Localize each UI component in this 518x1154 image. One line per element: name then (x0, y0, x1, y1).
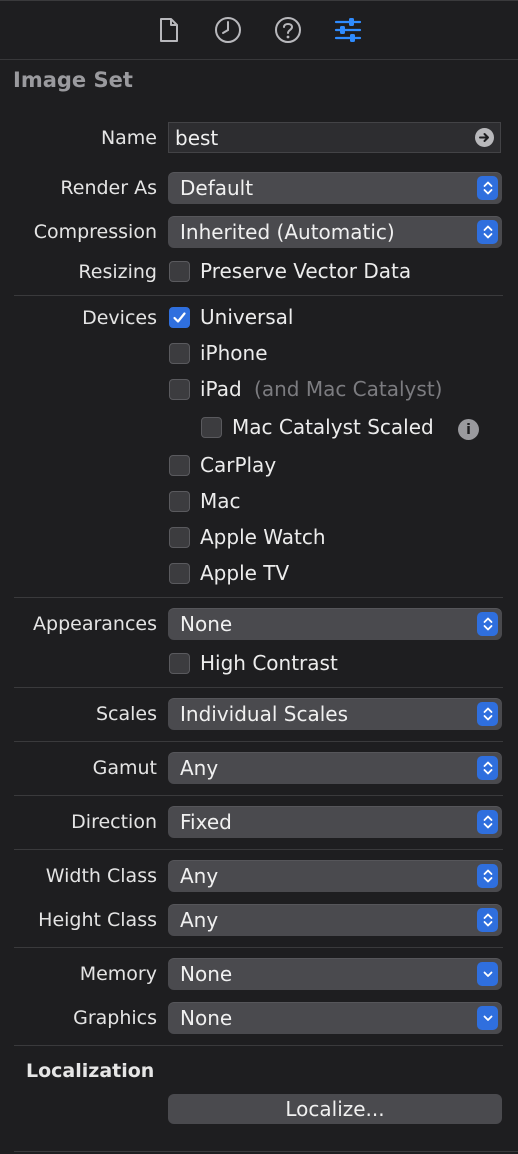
render-as-popup[interactable]: Default (168, 172, 502, 204)
ipad-label: iPad (and Mac Catalyst) (200, 377, 442, 401)
scales-popup[interactable]: Individual Scales (168, 698, 502, 730)
name-field[interactable]: best (168, 122, 501, 153)
scales-label: Scales (95, 703, 157, 725)
arrow-right-icon[interactable] (475, 128, 494, 147)
gamut-value: Any (180, 756, 219, 780)
high-contrast-label: High Contrast (200, 651, 338, 675)
up-down-chevron-icon (477, 756, 498, 780)
divider (14, 849, 503, 850)
checkmark-icon (173, 312, 186, 323)
inspector-tab-bar (0, 1, 518, 60)
direction-label: Direction (71, 811, 157, 833)
info-icon[interactable]: i (458, 419, 479, 440)
height-class-label: Height Class (38, 909, 157, 931)
ipad-note: (and Mac Catalyst) (254, 377, 443, 401)
up-down-chevron-icon (477, 220, 498, 244)
devices-label: Devices (82, 307, 157, 329)
direction-value: Fixed (180, 810, 232, 834)
gamut-label: Gamut (92, 757, 157, 779)
divider (14, 1045, 503, 1046)
apple-watch-label: Apple Watch (200, 525, 326, 549)
width-class-label: Width Class (45, 865, 157, 887)
sliders-icon[interactable] (333, 15, 363, 45)
divider (14, 295, 503, 296)
chevron-down-icon (477, 962, 498, 986)
direction-popup[interactable]: Fixed (168, 806, 502, 838)
graphics-popup[interactable]: None (168, 1002, 502, 1034)
chevron-down-icon (477, 1006, 498, 1030)
name-label: Name (100, 127, 157, 149)
iphone-checkbox[interactable] (169, 343, 190, 364)
preserve-vector-data-checkbox[interactable] (169, 261, 190, 282)
divider (14, 947, 503, 948)
mac-checkbox[interactable] (169, 491, 190, 512)
divider (14, 795, 503, 796)
up-down-chevron-icon (477, 908, 498, 932)
apple-watch-checkbox[interactable] (169, 527, 190, 548)
width-class-popup[interactable]: Any (168, 860, 502, 892)
appearances-label: Appearances (33, 613, 157, 635)
appearances-popup[interactable]: None (168, 608, 502, 640)
carplay-checkbox[interactable] (169, 455, 190, 476)
up-down-chevron-icon (477, 176, 498, 200)
height-class-value: Any (180, 908, 219, 932)
scales-value: Individual Scales (180, 702, 348, 726)
ipad-checkbox[interactable] (169, 379, 190, 400)
resizing-label: Resizing (78, 261, 157, 283)
compression-label: Compression (33, 221, 157, 243)
up-down-chevron-icon (477, 612, 498, 636)
localization-title: Localization (26, 1060, 155, 1082)
universal-label: Universal (200, 305, 294, 329)
up-down-chevron-icon (477, 810, 498, 834)
ipad-label-text: iPad (200, 377, 242, 401)
memory-value: None (180, 962, 233, 986)
file-icon[interactable] (154, 15, 184, 45)
divider (14, 741, 503, 742)
apple-tv-checkbox[interactable] (169, 563, 190, 584)
divider (14, 597, 503, 598)
carplay-label: CarPlay (200, 453, 277, 477)
width-class-value: Any (180, 864, 219, 888)
apple-tv-label: Apple TV (200, 561, 290, 585)
divider (14, 687, 503, 688)
mac-catalyst-scaled-checkbox[interactable] (201, 417, 222, 438)
mac-label: Mac (200, 489, 241, 513)
iphone-label: iPhone (200, 341, 268, 365)
up-down-chevron-icon (477, 702, 498, 726)
bottom-border (14, 1151, 518, 1152)
render-as-label: Render As (60, 177, 157, 199)
compression-value: Inherited (Automatic) (180, 220, 395, 244)
memory-popup[interactable]: None (168, 958, 502, 990)
graphics-label: Graphics (73, 1007, 157, 1029)
up-down-chevron-icon (477, 864, 498, 888)
compression-popup[interactable]: Inherited (Automatic) (168, 216, 502, 248)
clock-icon[interactable] (213, 15, 243, 45)
preserve-vector-data-label: Preserve Vector Data (200, 259, 412, 283)
name-value: best (175, 126, 219, 150)
gamut-popup[interactable]: Any (168, 752, 502, 784)
height-class-popup[interactable]: Any (168, 904, 502, 936)
localize-button[interactable]: Localize... (168, 1094, 502, 1124)
question-icon[interactable] (273, 15, 303, 45)
mac-catalyst-scaled-label: Mac Catalyst Scaled (232, 415, 434, 439)
section-title: Image Set (13, 68, 133, 92)
graphics-value: None (180, 1006, 233, 1030)
render-as-value: Default (180, 176, 254, 200)
appearances-value: None (180, 612, 233, 636)
memory-label: Memory (79, 963, 157, 985)
high-contrast-checkbox[interactable] (169, 653, 190, 674)
universal-checkbox[interactable] (169, 307, 190, 328)
